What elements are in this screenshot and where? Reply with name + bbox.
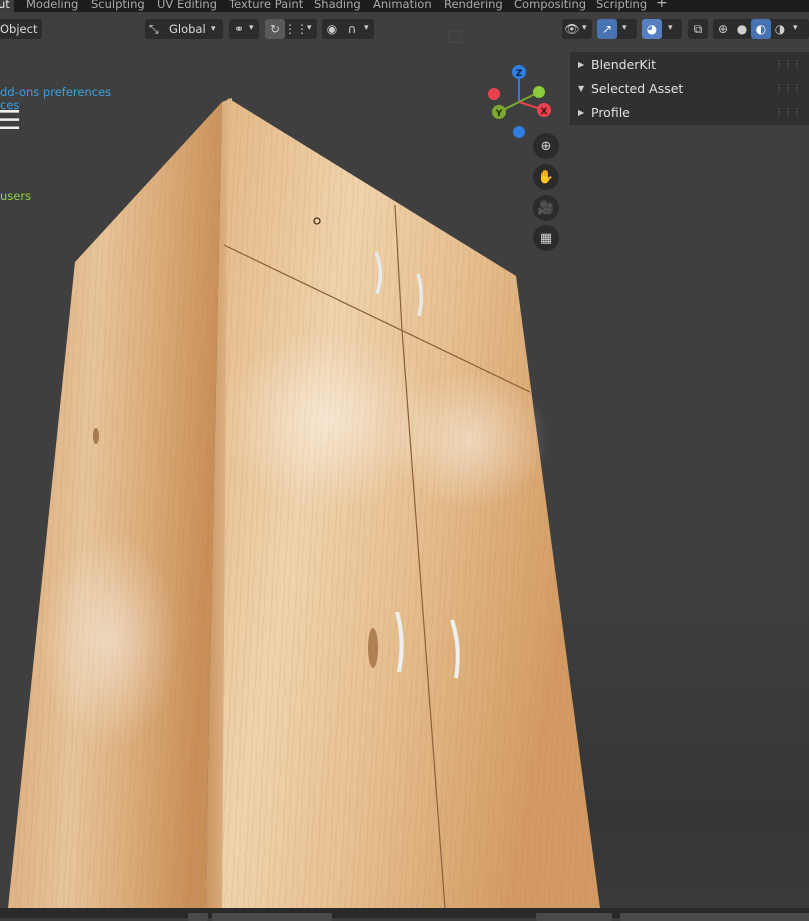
frame-range-fields[interactable] [620, 913, 809, 921]
zoom-icon: ⊕ [540, 138, 552, 154]
timeline-control[interactable] [188, 913, 208, 921]
collapse-arrow-icon: ▼ [578, 84, 585, 93]
orientation-icon: ⤡ [149, 22, 159, 36]
gizmo-x-label: X [541, 107, 548, 117]
add-workspace-button[interactable]: + [656, 0, 668, 11]
tab-scripting[interactable]: Scripting [596, 0, 647, 12]
transform-orientation-dropdown[interactable]: ⤡ Global ▾ [145, 19, 223, 39]
shading-mode-group: ⊕ ● ◐ ◑ ▾ [713, 19, 809, 39]
rendered-shading-icon[interactable]: ◑ [770, 19, 790, 39]
snap-toggle-icon[interactable]: ↻ [265, 19, 285, 39]
timeline-control-group[interactable] [212, 913, 332, 921]
mode-selector-label: Object [0, 22, 38, 36]
perspective-toggle-button[interactable]: ▦ [533, 225, 559, 251]
gizmo-toggle-group: ↗ ▾ [597, 19, 637, 39]
chevron-down-icon: ▾ [249, 23, 254, 33]
camera-view-button[interactable]: 🎥 [533, 195, 559, 221]
xray-icon: ⧉ [693, 21, 703, 36]
sidebar-panel: ▶ BlenderKit ⋮⋮⋮ ▼ Selected Asset ⋮⋮⋮ ▶ … [570, 52, 809, 125]
expand-arrow-icon: ▶ [578, 108, 585, 117]
chevron-down-icon[interactable]: ▾ [668, 23, 673, 33]
panel-blenderkit[interactable]: ▶ BlenderKit ⋮⋮⋮ [570, 53, 809, 77]
grid-icon: ▦ [539, 230, 553, 246]
hand-icon: ✋ [537, 169, 555, 185]
chevron-down-icon[interactable]: ▾ [364, 23, 369, 33]
pivot-icon: ⚭ [233, 22, 245, 36]
overlays-toggle-group: ◕ ▾ [642, 19, 682, 39]
chevron-down-icon: ▾ [211, 24, 216, 34]
gizmo-toggle-icon[interactable]: ↗ [597, 19, 617, 39]
solid-shading-icon[interactable]: ● [732, 19, 752, 39]
pivot-point-dropdown[interactable]: ⚭ ▾ [229, 19, 259, 39]
tab-modeling[interactable]: Modeling [26, 0, 78, 12]
tab-layout[interactable]: ut [0, 0, 14, 12]
drag-handle-icon[interactable]: ⋮⋮⋮ [774, 101, 802, 125]
tab-shading[interactable]: Shading [314, 0, 361, 12]
material-preview-shading-icon[interactable]: ◐ [751, 19, 771, 39]
wireframe-shading-icon[interactable]: ⊕ [713, 19, 733, 39]
transform-orientation-label: Global [169, 22, 206, 36]
gizmo-y-label: Y [495, 109, 503, 119]
tab-rendering[interactable]: Rendering [444, 0, 503, 12]
chevron-down-icon[interactable]: ▾ [622, 23, 627, 33]
users-label: users [0, 189, 32, 203]
addons-preferences-link[interactable]: dd-ons preferences [0, 85, 111, 99]
pan-button[interactable]: ✋ [533, 164, 559, 190]
tab-compositing[interactable]: Compositing [514, 0, 586, 12]
expand-arrow-icon: ▶ [578, 60, 585, 69]
cabinet-model [8, 98, 600, 908]
3d-viewport[interactable]: Object ⤡ Global ▾ ⚭ ▾ ↻ ⋮⋮ ▾ ◉ ∩ ▾ ⬚ 👁 ▾… [0, 12, 809, 908]
falloff-curve-icon[interactable]: ∩ [342, 19, 362, 39]
panel-label: Profile [591, 105, 630, 120]
camera-icon: 🎥 [537, 200, 555, 216]
timeline-header [0, 908, 809, 921]
eye-icon: 👁 [564, 22, 580, 36]
frame-field[interactable] [536, 913, 612, 921]
panel-selected-asset[interactable]: ▼ Selected Asset ⋮⋮⋮ [570, 77, 809, 101]
proportional-editing-group: ◉ ∩ ▾ [322, 19, 374, 39]
zoom-button[interactable]: ⊕ [533, 133, 559, 159]
panel-label: Selected Asset [591, 81, 684, 96]
chevron-down-icon: ▾ [582, 23, 587, 33]
overlays-icon[interactable]: ◕ [642, 19, 662, 39]
view-lock-icon: ⬚ [447, 26, 463, 45]
drag-handle-icon[interactable]: ⋮⋮⋮ [774, 77, 802, 101]
tab-uv-editing[interactable]: UV Editing [157, 0, 217, 12]
mode-selector[interactable]: Object [0, 19, 42, 39]
chevron-down-icon[interactable]: ▾ [793, 23, 798, 33]
drag-handle-icon[interactable]: ⋮⋮⋮ [774, 53, 802, 77]
gizmo-neg-x [488, 88, 500, 100]
proportional-edit-icon[interactable]: ◉ [322, 19, 342, 39]
chevron-down-icon[interactable]: ▾ [307, 23, 312, 33]
snapping-group: ↻ ⋮⋮ ▾ [265, 19, 317, 39]
workspace-tab-bar: ut Modeling Sculpting UV Editing Texture… [0, 0, 809, 12]
navigation-gizmo[interactable]: Z X Y [482, 62, 556, 142]
xray-toggle[interactable]: ⧉ [688, 19, 708, 39]
tab-texture-paint[interactable]: Texture Paint [229, 0, 303, 12]
gizmo-z-label: Z [516, 69, 523, 79]
menu-icon: ☰ [0, 106, 22, 136]
panel-label: BlenderKit [591, 57, 656, 72]
tab-animation[interactable]: Animation [373, 0, 432, 12]
gizmo-neg-z [513, 126, 525, 138]
gizmo-neg-y [533, 86, 545, 98]
panel-profile[interactable]: ▶ Profile ⋮⋮⋮ [570, 101, 809, 125]
snap-increment-icon[interactable]: ⋮⋮ [284, 19, 308, 39]
object-visibility-dropdown[interactable]: 👁 ▾ [562, 19, 592, 39]
tab-sculpting[interactable]: Sculpting [91, 0, 145, 12]
